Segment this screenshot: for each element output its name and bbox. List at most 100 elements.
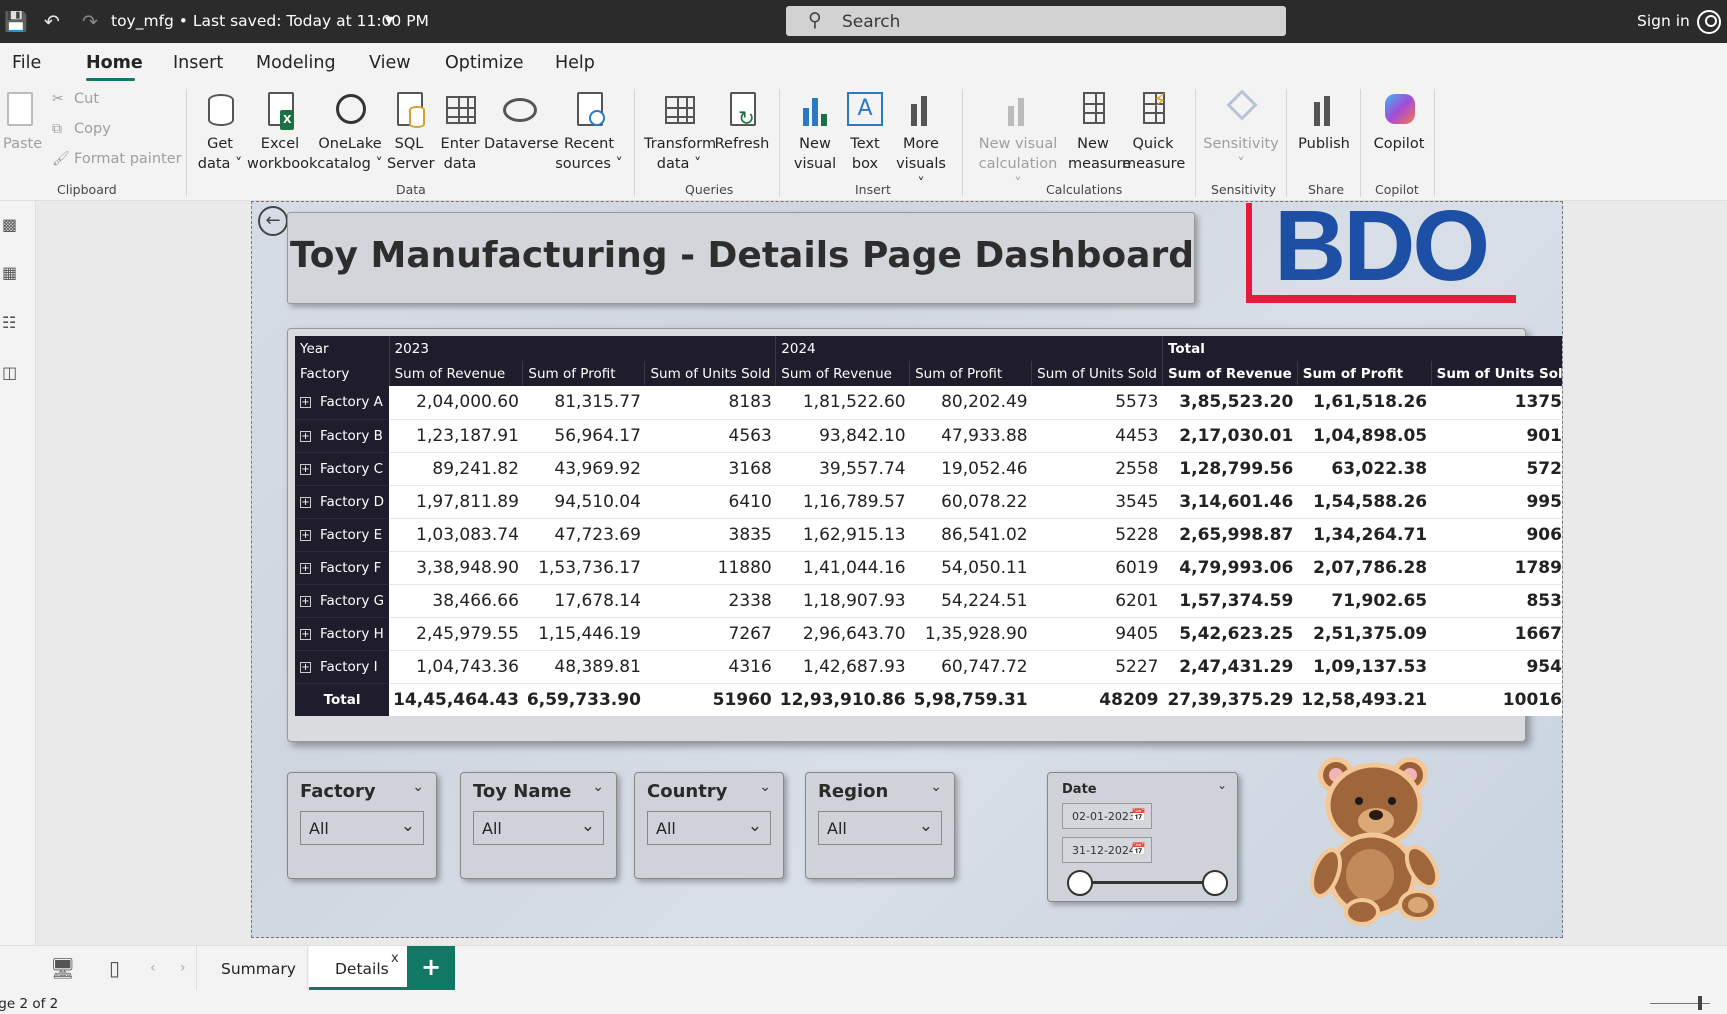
row-header[interactable]: + Factory C <box>295 452 390 486</box>
undo-icon[interactable]: ↶ <box>40 10 64 34</box>
expand-icon[interactable]: + <box>300 463 311 475</box>
end-date-input[interactable]: 31-12-2024 📅 <box>1062 837 1152 863</box>
matrix-visual[interactable]: Year 2023 2024 Total Factory Sum of Revenue Su… <box>287 328 1562 742</box>
save-icon[interactable]: 💾 <box>4 10 28 34</box>
copilot-button[interactable]: Copilot <box>1368 90 1430 154</box>
tab-view[interactable]: View <box>369 53 411 73</box>
new-visual-calculation-button[interactable]: New visual calculation ˅ <box>978 90 1058 194</box>
back-button[interactable]: ← <box>258 206 288 236</box>
year-column-header[interactable]: Total <box>1162 336 1562 361</box>
year-column-header[interactable]: 2023 <box>389 336 777 361</box>
account-icon[interactable] <box>1697 10 1721 34</box>
tab-modeling[interactable]: Modeling <box>256 53 336 73</box>
redo-icon[interactable]: ↷ <box>78 10 102 34</box>
excel-workbook-button[interactable]: X Excel workbook <box>247 90 317 174</box>
close-icon[interactable]: x <box>391 951 399 966</box>
more-visuals-button[interactable]: More visuals ˅ <box>892 90 950 194</box>
new-measure-button[interactable]: New measure <box>1068 90 1131 174</box>
measure-column-header[interactable]: Sum of Revenue <box>775 361 911 386</box>
chevron-down-icon[interactable]: ⌄ <box>1217 778 1227 792</box>
onelake-catalog-button[interactable]: OneLake catalog ˅ <box>316 90 384 174</box>
measure-column-header[interactable]: Sum of Profit <box>522 361 646 386</box>
row-header[interactable]: + Factory H <box>295 617 390 651</box>
slicer-dropdown[interactable]: All ⌄ <box>647 811 771 845</box>
row-header[interactable]: + Factory A <box>295 386 390 420</box>
date-range-track[interactable] <box>1080 881 1215 884</box>
date-range-start-handle[interactable] <box>1067 870 1093 896</box>
date-slicer[interactable]: Date ⌄ 02-01-2023 📅 31-12-2024 📅 <box>1047 772 1238 902</box>
format-painter-button[interactable]: 🖌 Format painter <box>52 151 182 167</box>
row-header[interactable]: + Factory B <box>295 419 390 453</box>
slicer-country[interactable]: Country ⌄ All ⌄ <box>634 772 784 879</box>
tab-home[interactable]: Home <box>86 53 143 73</box>
chevron-down-icon[interactable]: ⌄ <box>759 779 771 795</box>
expand-icon[interactable]: + <box>300 496 311 508</box>
desktop-layout-icon[interactable]: 🖥 <box>50 956 75 980</box>
expand-icon[interactable]: + <box>300 628 311 640</box>
refresh-button[interactable]: ↻ Refresh <box>714 90 770 154</box>
sensitivity-button[interactable]: Sensitivity ˅ <box>1203 89 1279 174</box>
tab-optimize[interactable]: Optimize <box>445 53 523 73</box>
slicer-factory[interactable]: Factory ⌄ All ⌄ <box>287 772 437 879</box>
expand-icon[interactable]: + <box>300 661 311 673</box>
cut-button[interactable]: ✂ Cut <box>52 91 99 107</box>
dataverse-button[interactable]: Dataverse <box>484 90 559 154</box>
recent-sources-button[interactable]: Recent sources ˅ <box>555 90 623 174</box>
row-header[interactable]: + Factory G <box>295 584 390 618</box>
expand-icon[interactable]: + <box>300 529 311 541</box>
text-box-button[interactable]: A Text box <box>844 90 886 174</box>
chevron-down-icon[interactable]: ▼ <box>385 14 393 27</box>
expand-icon[interactable]: + <box>300 562 311 574</box>
chevron-down-icon[interactable]: ⌄ <box>412 779 424 795</box>
calendar-icon[interactable]: 📅 <box>1131 808 1146 822</box>
search-input[interactable]: ⚲ Search <box>786 6 1286 36</box>
measure-column-header[interactable]: Sum of Revenue <box>389 361 524 386</box>
row-header[interactable]: + Factory E <box>295 518 390 552</box>
dax-query-view-icon[interactable]: ◫ <box>2 363 22 383</box>
measure-column-header[interactable]: Sum of Profit <box>1297 361 1432 386</box>
measure-column-header[interactable]: Sum of Revenue <box>1162 361 1298 386</box>
tab-insert[interactable]: Insert <box>173 53 223 73</box>
date-range-end-handle[interactable] <box>1202 870 1228 896</box>
slicer-dropdown[interactable]: All ⌄ <box>818 811 942 845</box>
measure-column-header[interactable]: Sum of Profit <box>909 361 1033 386</box>
copy-button[interactable]: ⧉ Copy <box>52 121 111 137</box>
slicer-toy-name[interactable]: Toy Name ⌄ All ⌄ <box>460 772 617 879</box>
row-header[interactable]: + Factory F <box>295 551 390 585</box>
row-header[interactable]: + Factory I <box>295 650 390 684</box>
row-header[interactable]: + Factory D <box>295 485 390 519</box>
slicer-dropdown[interactable]: All ⌄ <box>473 811 604 845</box>
table-view-icon[interactable]: ▦ <box>2 263 22 283</box>
measure-column-header[interactable]: Sum of Units Sold <box>1031 361 1163 386</box>
zoom-slider-handle[interactable] <box>1698 996 1702 1010</box>
slicer-dropdown[interactable]: All ⌄ <box>300 811 424 845</box>
model-view-icon[interactable]: ☷ <box>2 313 22 333</box>
sign-in-link[interactable]: Sign in <box>1637 12 1690 30</box>
chevron-right-icon[interactable]: › <box>180 960 186 976</box>
start-date-input[interactable]: 02-01-2023 📅 <box>1062 803 1152 829</box>
year-column-header[interactable]: 2024 <box>775 336 1163 361</box>
report-view-icon[interactable]: ▩ <box>2 215 22 235</box>
publish-button[interactable]: Publish <box>1294 90 1354 154</box>
tab-file[interactable]: File <box>12 53 41 73</box>
document-title[interactable]: toy_mfg • Last saved: Today at 11:00 PM <box>111 12 429 30</box>
measure-column-header[interactable]: Sum of Units Sold <box>1431 361 1562 386</box>
quick-measure-button[interactable]: ⚡ Quick measure <box>1122 90 1185 174</box>
paste-button[interactable]: Paste <box>3 90 42 154</box>
page-tab-summary[interactable]: Summary <box>196 946 308 990</box>
slicer-region[interactable]: Region ⌄ All ⌄ <box>805 772 955 879</box>
add-page-button[interactable]: + <box>407 946 455 990</box>
chevron-down-icon[interactable]: ⌄ <box>930 779 942 795</box>
expand-icon[interactable]: + <box>300 595 311 607</box>
chevron-left-icon[interactable]: ‹ <box>150 960 156 976</box>
expand-icon[interactable]: + <box>300 397 311 409</box>
calendar-icon[interactable]: 📅 <box>1131 842 1146 856</box>
measure-column-header[interactable]: Sum of Units Sold <box>644 361 777 386</box>
new-visual-button[interactable]: New visual <box>792 90 838 174</box>
enter-data-button[interactable]: Enter data <box>436 90 484 174</box>
expand-icon[interactable]: + <box>300 430 311 442</box>
transform-data-button[interactable]: Transform data ˅ <box>644 90 716 174</box>
get-data-button[interactable]: Get data ˅ <box>196 90 244 174</box>
mobile-layout-icon[interactable]: ▯ <box>109 956 120 980</box>
chevron-down-icon[interactable]: ⌄ <box>592 779 604 795</box>
